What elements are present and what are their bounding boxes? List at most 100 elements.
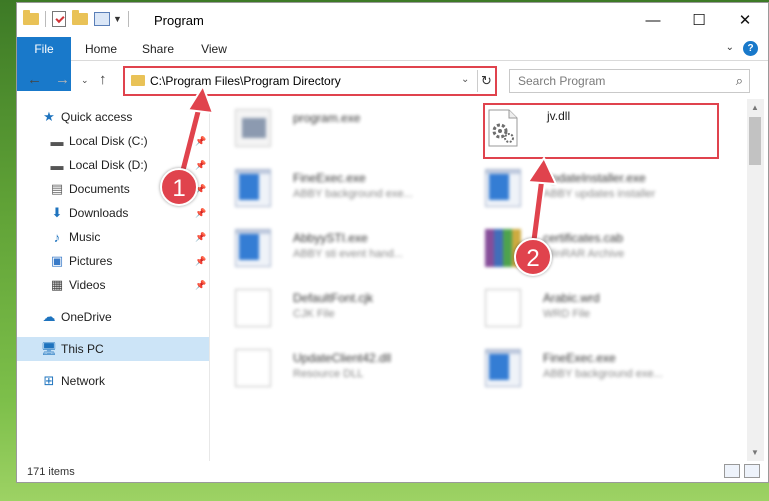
pin-icon[interactable]: 📌 (195, 160, 206, 171)
tab-share[interactable]: Share (135, 37, 181, 61)
toolbar-divider (127, 11, 129, 27)
close-button[interactable]: ✕ (722, 3, 768, 37)
details-view-icon[interactable] (724, 464, 740, 478)
sidebar-item-videos[interactable]: ▦ Videos 📌 (17, 273, 209, 297)
sidebar-item-pictures[interactable]: ▣ Pictures 📌 (17, 249, 209, 273)
refresh-icon[interactable]: ↻ (477, 70, 495, 92)
pin-icon[interactable]: 📌 (195, 280, 206, 291)
pin-icon[interactable]: 📌 (195, 256, 206, 267)
folder-icon (131, 75, 145, 86)
sidebar-item-label: Quick access (61, 110, 133, 124)
sidebar-item-music[interactable]: ♪ Music 📌 (17, 225, 209, 249)
dll-gear-icon (235, 349, 271, 387)
download-icon: ⬇ (51, 205, 63, 220)
file-item[interactable]: Arabic.wrd WRD File (467, 281, 697, 335)
drive-icon: ▬ (50, 133, 64, 149)
sidebar-item-quick-access[interactable]: ★ Quick access (17, 105, 209, 129)
computer-icon: 🖥 (40, 341, 58, 356)
address-dropdown-icon[interactable]: ⌄ (461, 74, 469, 85)
file-description: ABBY updates installer (543, 188, 656, 200)
file-description: ABBY background exe... (543, 368, 663, 380)
file-name: FineExec.exe (543, 351, 616, 365)
up-arrow-icon[interactable]: ↑ (99, 71, 107, 88)
exe-icon (485, 349, 521, 387)
sidebar-item-this-pc[interactable]: 🖥 This PC (17, 337, 209, 361)
item-count: 171 items (27, 466, 75, 478)
vertical-scrollbar[interactable]: ▲ ▼ (747, 99, 764, 461)
file-name: UpdateClient42.dll (293, 351, 392, 365)
properties-check-icon[interactable] (52, 11, 66, 27)
sidebar-item-local-disk-c[interactable]: ▬ Local Disk (C:) 📌 (17, 129, 209, 153)
file-icon (485, 289, 521, 327)
title-bar: ▼ Program — ☐ ✕ (17, 3, 768, 37)
file-item[interactable]: certificates.cab WinRAR Archive (467, 221, 697, 275)
file-name: certificates.cab (543, 231, 624, 245)
customize-icon[interactable] (94, 12, 110, 26)
toolbar-divider (45, 11, 46, 27)
file-name: FineExec.exe (293, 171, 366, 185)
address-path[interactable]: C:\Program Files\Program Directory (150, 74, 341, 88)
search-input[interactable]: Search Program ⌕ (509, 69, 750, 93)
pin-icon[interactable]: 📌 (195, 136, 206, 147)
sidebar-item-onedrive[interactable]: ☁ OneDrive (17, 305, 209, 329)
sidebar-item-network[interactable]: ⊞ Network (17, 369, 209, 393)
network-icon: ⊞ (43, 373, 55, 388)
navigation-pane: ★ Quick access ▬ Local Disk (C:) 📌 ▬ Loc… (17, 101, 209, 461)
file-name: AbbyySTI.exe (293, 231, 368, 245)
view-toggle (724, 464, 760, 478)
pin-icon[interactable]: 📌 (195, 232, 206, 243)
music-icon: ♪ (53, 229, 61, 245)
file-name: DefaultFont.cjk (293, 291, 374, 305)
exe-icon (485, 169, 521, 207)
explorer-window: ▼ Program — ☐ ✕ File Home Share View ⌄ ?… (16, 2, 769, 483)
sidebar-item-label: Documents (69, 182, 130, 196)
expand-ribbon-icon[interactable]: ⌄ (726, 42, 734, 53)
pane-divider[interactable] (209, 101, 210, 461)
new-folder-icon[interactable] (72, 10, 88, 25)
back-arrow-icon[interactable]: ← (27, 71, 42, 88)
file-item[interactable]: UpdateInstaller.exe ABBY updates install… (467, 161, 697, 215)
cloud-icon: ☁ (42, 309, 56, 324)
exe-icon (235, 169, 271, 207)
scroll-thumb[interactable] (749, 117, 761, 165)
status-bar: 171 items (17, 461, 768, 482)
tab-home[interactable]: Home (77, 37, 125, 61)
search-icon[interactable]: ⌕ (736, 73, 743, 89)
file-description: Resource DLL (293, 368, 364, 380)
pin-icon[interactable]: 📌 (195, 208, 206, 219)
file-item[interactable]: FineExec.exe ABBY background exe... (217, 161, 447, 215)
file-icon (235, 289, 271, 327)
scroll-up-icon[interactable]: ▲ (751, 103, 759, 112)
file-item[interactable]: UpdateClient42.dll Resource DLL (217, 341, 447, 395)
file-description: ABBY background exe... (293, 188, 413, 200)
step-badge-1: 1 (160, 168, 198, 206)
sidebar-item-label: Music (69, 230, 101, 244)
file-item[interactable]: DefaultFont.cjk CJK File (217, 281, 447, 335)
file-item[interactable]: AbbyySTI.exe ABBY sti event hand... (217, 221, 447, 275)
sidebar-item-label: OneDrive (61, 310, 112, 324)
pictures-icon: ▣ (50, 253, 64, 268)
help-icon[interactable]: ? (743, 41, 758, 56)
large-icons-view-icon[interactable] (744, 464, 760, 478)
window-title: Program (154, 13, 204, 28)
sidebar-item-label: Network (61, 374, 106, 388)
file-description: ABBY sti event hand... (293, 248, 403, 260)
address-bar[interactable]: C:\Program Files\Program Directory ⌄ ↻ (123, 66, 497, 96)
drive-icon: ▬ (50, 157, 64, 173)
maximize-button[interactable]: ☐ (676, 3, 722, 37)
scroll-down-icon[interactable]: ▼ (751, 448, 759, 457)
sidebar-item-label: Local Disk (D:) (69, 158, 148, 172)
program-icon (235, 109, 271, 147)
minimize-button[interactable]: — (630, 3, 676, 37)
tab-view[interactable]: View (193, 37, 235, 61)
file-item[interactable]: FineExec.exe ABBY background exe... (467, 341, 697, 395)
file-item[interactable]: program.exe (217, 101, 447, 155)
star-icon: ★ (43, 109, 55, 124)
folder-icon[interactable] (23, 10, 39, 25)
file-name: UpdateInstaller.exe (543, 171, 646, 185)
forward-arrow-icon[interactable]: → (55, 71, 70, 88)
toolbar-dropdown-icon[interactable]: ▼ (113, 14, 122, 24)
recent-locations-icon[interactable]: ⌄ (81, 75, 89, 86)
exe-icon (235, 229, 271, 267)
sidebar-item-label: This PC (61, 342, 104, 356)
